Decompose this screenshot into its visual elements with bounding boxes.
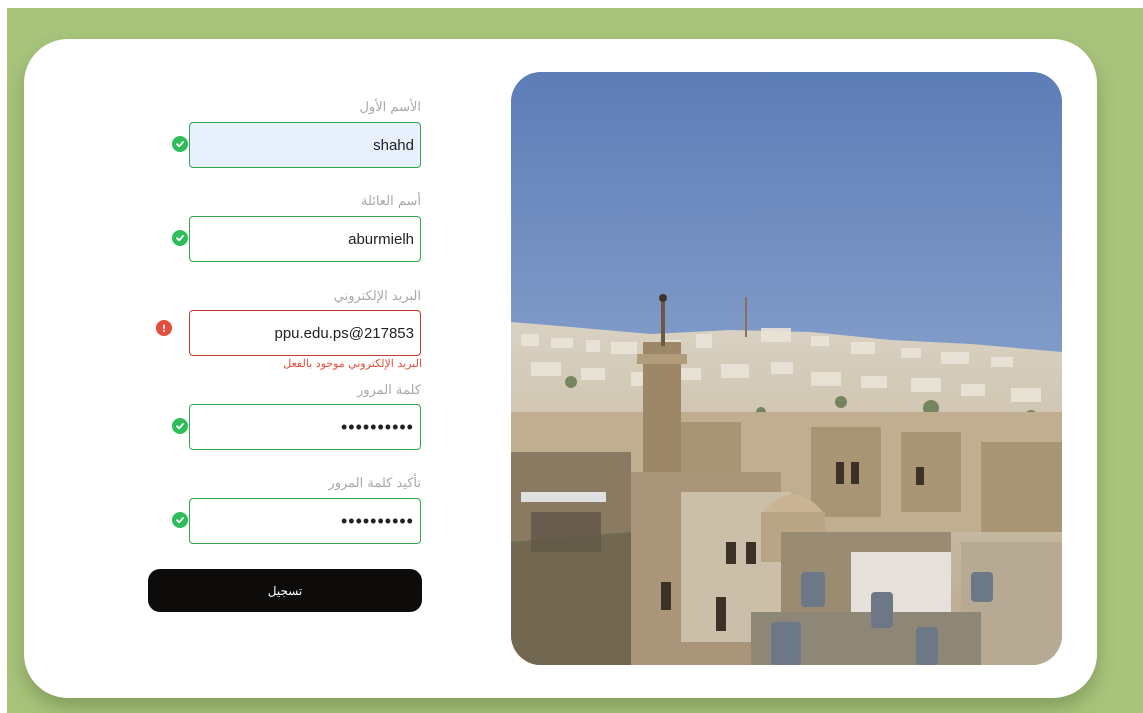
password-label: كلمة المرور xyxy=(357,383,421,398)
email-error-message: البريد الإلكتروني موجود بالفعل xyxy=(283,357,422,370)
email-input[interactable]: ppu.edu.ps@217853 xyxy=(189,310,421,356)
last-name-value: aburmielh xyxy=(348,230,414,248)
city-illustration xyxy=(511,72,1062,665)
first-name-label: الأسم الأول xyxy=(359,100,421,115)
email-error-icon xyxy=(156,320,172,336)
first-name-input[interactable]: shahd xyxy=(189,122,421,168)
password-input[interactable]: •••••••••• xyxy=(189,404,421,450)
first-name-value: shahd xyxy=(373,136,414,154)
last-name-label: أسم العائلة xyxy=(361,194,421,209)
email-label-wrap: البريد الإلكتروني xyxy=(121,289,421,307)
first-name-valid-icon xyxy=(172,136,188,152)
confirm-password-label: تأكيد كلمة المرور xyxy=(328,476,421,491)
password-value: •••••••••• xyxy=(340,417,414,437)
first-name-label-wrap: الأسم الأول xyxy=(121,100,421,118)
last-name-label-wrap: أسم العائلة xyxy=(121,194,421,212)
confirm-password-label-wrap: تأكيد كلمة المرور xyxy=(121,476,421,494)
city-photo xyxy=(511,72,1062,665)
confirm-password-value: •••••••••• xyxy=(340,511,414,531)
register-button[interactable]: تسجيل xyxy=(148,569,422,612)
confirm-password-input[interactable]: •••••••••• xyxy=(189,498,421,544)
email-label: البريد الإلكتروني xyxy=(333,289,421,304)
password-valid-icon xyxy=(172,418,188,434)
confirm-password-valid-icon xyxy=(172,512,188,528)
last-name-input[interactable]: aburmielh xyxy=(189,216,421,262)
email-value: ppu.edu.ps@217853 xyxy=(274,324,414,342)
last-name-valid-icon xyxy=(172,230,188,246)
password-label-wrap: كلمة المرور xyxy=(121,383,421,401)
